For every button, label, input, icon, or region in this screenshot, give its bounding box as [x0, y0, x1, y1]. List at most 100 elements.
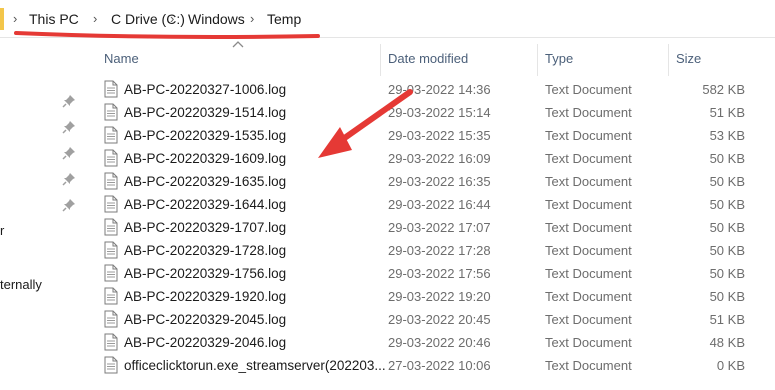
column-divider[interactable]: [668, 44, 669, 76]
text-document-icon: [104, 149, 118, 167]
file-size: 582 KB: [702, 82, 745, 97]
file-size: 50 KB: [709, 220, 745, 235]
text-document-icon: [104, 126, 118, 144]
file-type: Text Document: [545, 220, 632, 235]
text-document-icon: [104, 195, 118, 213]
file-name[interactable]: AB-PC-20220329-1635.log: [124, 170, 286, 193]
table-row[interactable]: AB-PC-20220329-1728.log 29-03-2022 17:28 T…: [94, 239, 775, 262]
file-date-modified: 29-03-2022 16:09: [388, 151, 491, 166]
file-type: Text Document: [545, 335, 632, 350]
column-divider[interactable]: [380, 44, 381, 76]
chevron-right-icon[interactable]: ›: [93, 0, 97, 38]
text-document-icon: [104, 172, 118, 190]
text-document-icon: [104, 218, 118, 236]
table-row[interactable]: AB-PC-20220329-1514.log 29-03-2022 15:14 T…: [94, 101, 775, 124]
file-date-modified: 29-03-2022 17:07: [388, 220, 491, 235]
column-header-name[interactable]: Name: [104, 38, 139, 82]
table-row[interactable]: AB-PC-20220329-1920.log 29-03-2022 19:20 T…: [94, 285, 775, 308]
file-size: 0 KB: [716, 358, 745, 373]
file-name[interactable]: AB-PC-20220329-2045.log: [124, 308, 286, 331]
file-name[interactable]: AB-PC-20220329-1644.log: [124, 193, 286, 216]
sidebar-item-label[interactable]: r: [0, 223, 4, 238]
navigation-pane: r ternally: [0, 38, 94, 390]
file-type: Text Document: [545, 128, 632, 143]
folder-icon: [0, 8, 4, 30]
chevron-right-icon[interactable]: ›: [250, 0, 254, 38]
table-row[interactable]: AB-PC-20220329-1609.log 29-03-2022 16:09 T…: [94, 147, 775, 170]
text-document-icon: [104, 103, 118, 121]
sidebar-item-label[interactable]: ternally: [0, 277, 42, 292]
column-header-date[interactable]: Date modified: [388, 38, 468, 82]
text-document-icon: [104, 287, 118, 305]
sort-ascending-icon: [232, 41, 244, 48]
file-name[interactable]: AB-PC-20220329-1707.log: [124, 216, 286, 239]
file-name[interactable]: AB-PC-20220329-1728.log: [124, 239, 286, 262]
file-type: Text Document: [545, 174, 632, 189]
file-name[interactable]: AB-PC-20220329-1756.log: [124, 262, 286, 285]
file-type: Text Document: [545, 197, 632, 212]
file-size: 53 KB: [709, 128, 745, 143]
table-row[interactable]: AB-PC-20220329-2046.log 29-03-2022 20:46 T…: [94, 331, 775, 354]
file-name[interactable]: AB-PC-20220329-2046.log: [124, 331, 286, 354]
column-divider[interactable]: [537, 44, 538, 76]
file-date-modified: 29-03-2022 19:20: [388, 289, 491, 304]
table-row[interactable]: AB-PC-20220329-1535.log 29-03-2022 15:35 T…: [94, 124, 775, 147]
text-document-icon: [104, 80, 118, 98]
file-date-modified: 29-03-2022 17:56: [388, 266, 491, 281]
file-date-modified: 29-03-2022 15:14: [388, 105, 491, 120]
file-name[interactable]: AB-PC-20220329-1514.log: [124, 101, 286, 124]
file-date-modified: 29-03-2022 16:35: [388, 174, 491, 189]
file-size: 51 KB: [709, 105, 745, 120]
text-document-icon: [104, 310, 118, 328]
file-size: 50 KB: [709, 151, 745, 166]
pin-icon[interactable]: [62, 198, 76, 212]
table-row[interactable]: AB-PC-20220327-1006.log 29-03-2022 14:36 T…: [94, 78, 775, 101]
file-date-modified: 29-03-2022 20:46: [388, 335, 491, 350]
table-row[interactable]: officeclicktorun.exe_streamserver(202203…: [94, 354, 775, 377]
file-size: 48 KB: [709, 335, 745, 350]
file-type: Text Document: [545, 289, 632, 304]
file-name[interactable]: AB-PC-20220329-1535.log: [124, 124, 286, 147]
file-name[interactable]: AB-PC-20220329-1920.log: [124, 285, 286, 308]
breadcrumb-windows[interactable]: Windows: [188, 0, 245, 38]
breadcrumb-temp[interactable]: Temp: [267, 0, 301, 38]
file-type: Text Document: [545, 266, 632, 281]
column-header-type[interactable]: Type: [545, 38, 573, 82]
text-document-icon: [104, 356, 118, 374]
table-row[interactable]: AB-PC-20220329-1707.log 29-03-2022 17:07 T…: [94, 216, 775, 239]
column-header-size[interactable]: Size: [676, 38, 701, 82]
file-size: 50 KB: [709, 243, 745, 258]
chevron-right-icon[interactable]: ›: [13, 0, 17, 38]
pin-icon[interactable]: [62, 120, 76, 134]
file-type: Text Document: [545, 105, 632, 120]
table-row[interactable]: AB-PC-20220329-1644.log 29-03-2022 16:44 T…: [94, 193, 775, 216]
column-header-row: Name Date modified Type Size: [94, 38, 775, 82]
table-row[interactable]: AB-PC-20220329-1635.log 29-03-2022 16:35 T…: [94, 170, 775, 193]
table-row[interactable]: AB-PC-20220329-2045.log 29-03-2022 20:45 T…: [94, 308, 775, 331]
text-document-icon: [104, 264, 118, 282]
pin-icon[interactable]: [62, 94, 76, 108]
file-date-modified: 29-03-2022 16:44: [388, 197, 491, 212]
file-name[interactable]: AB-PC-20220329-1609.log: [124, 147, 286, 170]
breadcrumb-this-pc[interactable]: This PC: [29, 0, 79, 38]
file-name[interactable]: officeclicktorun.exe_streamserver(202203…: [124, 354, 386, 377]
pin-icon[interactable]: [62, 172, 76, 186]
file-type: Text Document: [545, 82, 632, 97]
text-document-icon: [104, 333, 118, 351]
file-type: Text Document: [545, 358, 632, 373]
file-size: 51 KB: [709, 312, 745, 327]
chevron-right-icon[interactable]: ›: [170, 0, 174, 38]
text-document-icon: [104, 241, 118, 259]
file-date-modified: 27-03-2022 10:06: [388, 358, 491, 373]
file-size: 50 KB: [709, 174, 745, 189]
pin-icon[interactable]: [62, 146, 76, 160]
file-size: 50 KB: [709, 266, 745, 281]
table-row[interactable]: AB-PC-20220329-1756.log 29-03-2022 17:56 T…: [94, 262, 775, 285]
file-size: 50 KB: [709, 197, 745, 212]
file-date-modified: 29-03-2022 15:35: [388, 128, 491, 143]
address-bar[interactable]: › This PC › C Drive (C:) › Windows › Tem…: [0, 0, 775, 38]
file-type: Text Document: [545, 151, 632, 166]
file-name[interactable]: AB-PC-20220327-1006.log: [124, 78, 286, 101]
file-size: 50 KB: [709, 289, 745, 304]
file-date-modified: 29-03-2022 17:28: [388, 243, 491, 258]
